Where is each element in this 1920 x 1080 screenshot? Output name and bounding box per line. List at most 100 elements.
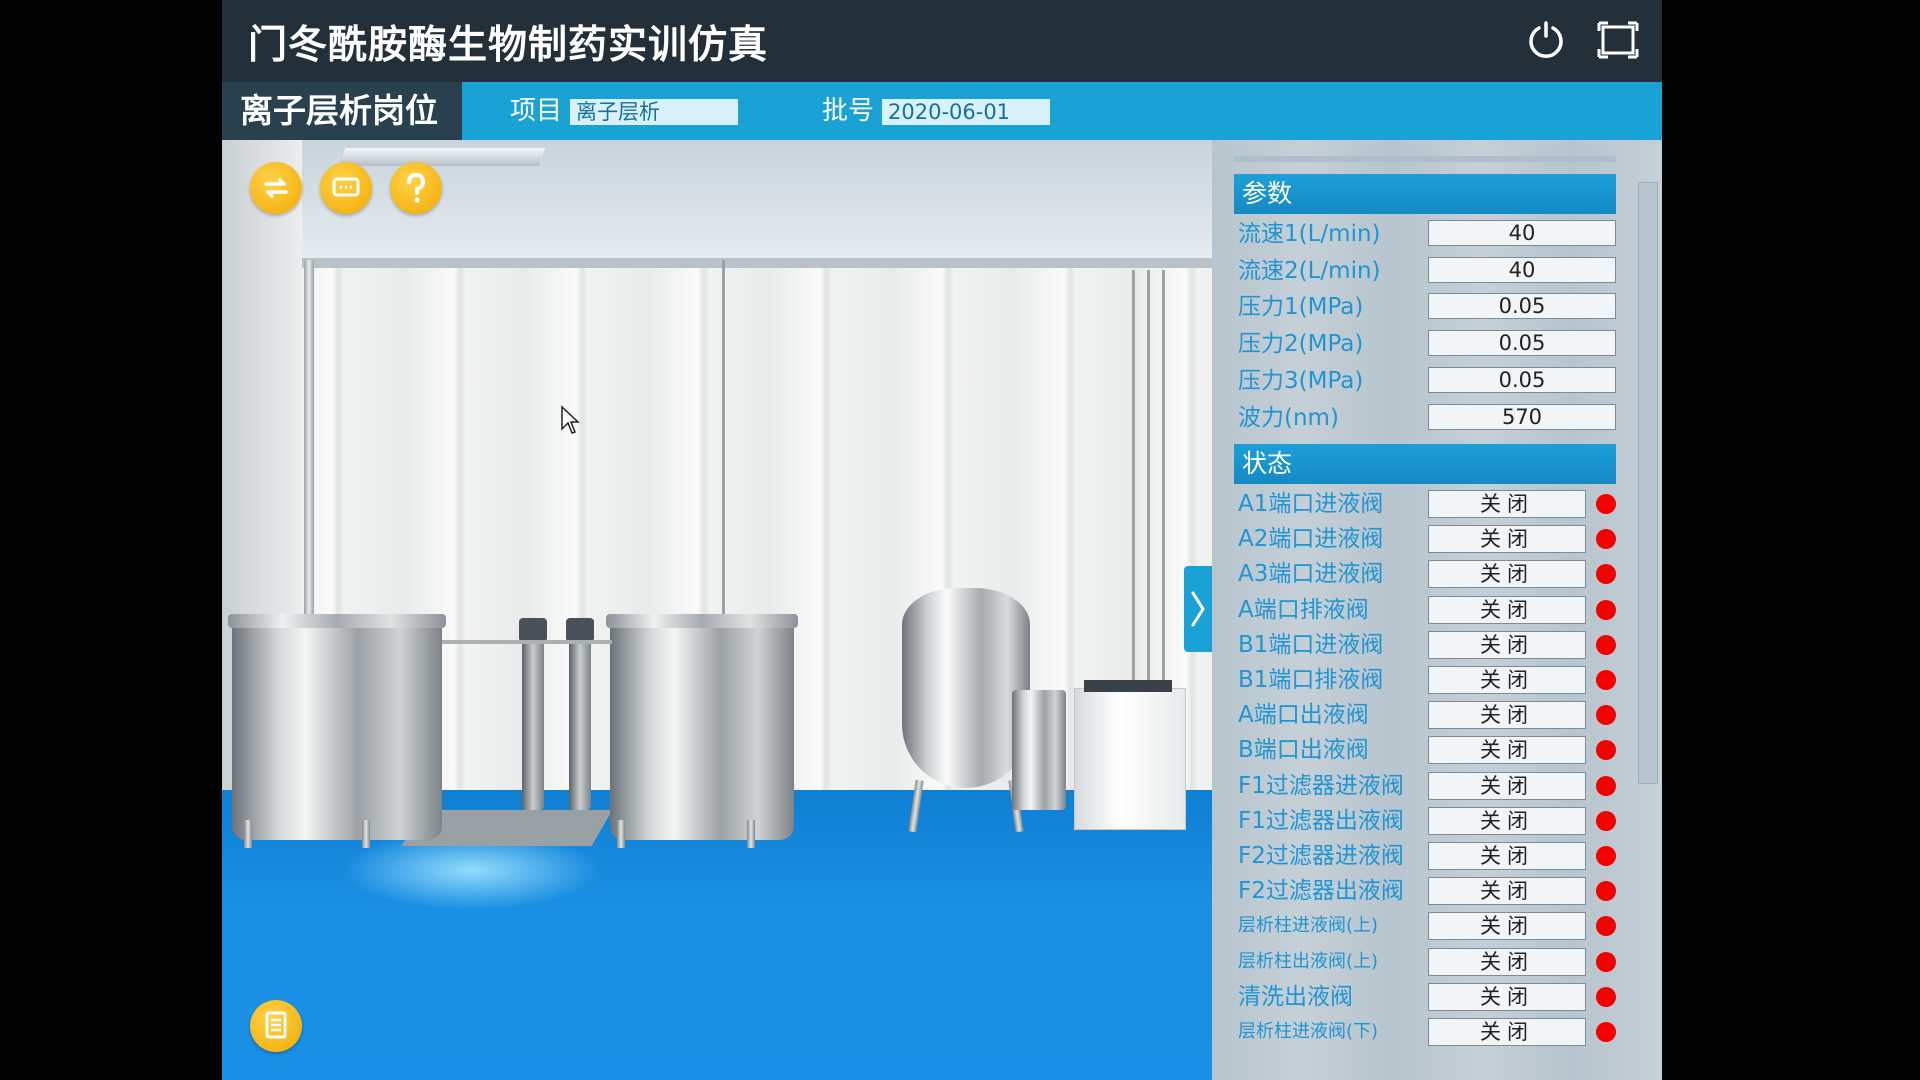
status-indicator-icon <box>1596 494 1616 514</box>
status-indicator-icon <box>1596 775 1616 796</box>
valve-status-row: 层析柱进液阀(下) 关闭 <box>1234 1016 1624 1048</box>
param-value: 0.05 <box>1428 366 1616 393</box>
status-indicator-icon <box>1596 705 1616 726</box>
valve-status-row: B端口出液阀 关闭 <box>1234 734 1624 766</box>
status-indicator-icon <box>1596 1022 1616 1042</box>
valve-state[interactable]: 关闭 <box>1428 1018 1586 1046</box>
valve-state[interactable]: 关闭 <box>1428 912 1586 941</box>
param-name: 流速1(L/min) <box>1238 221 1381 247</box>
valve-status-row: 层析柱进液阀(上) 关闭 <box>1234 910 1624 942</box>
valve-state[interactable]: 关闭 <box>1428 947 1586 976</box>
batch-field: 2020-06-01 <box>882 99 1050 125</box>
simulation-window: 门冬酰胺酶生物制药实训仿真 离子层析岗位 项目 离子层析 批号 2020-06-… <box>222 0 1662 1080</box>
control-cabinet[interactable] <box>1074 688 1186 830</box>
valve-name: 层析柱进液阀(上) <box>1238 915 1379 937</box>
status-indicator-icon <box>1596 986 1616 1007</box>
ceiling-beam <box>292 258 1212 268</box>
valve-status-row: A3端口进液阀 关闭 <box>1234 558 1624 590</box>
notes-button[interactable] <box>250 1000 302 1052</box>
valve-name: F2过滤器进液阀 <box>1238 843 1404 869</box>
param-value: 0.05 <box>1428 330 1616 357</box>
power-button[interactable] <box>1524 18 1568 62</box>
valve-status-row: B1端口进液阀 关闭 <box>1234 629 1624 661</box>
pressure-vessel[interactable] <box>902 588 1030 788</box>
batch-label: 批号 <box>822 96 875 126</box>
app-title: 门冬酰胺酶生物制药实训仿真 <box>248 23 769 68</box>
valve-name: F1过滤器进液阀 <box>1238 772 1404 799</box>
tank-leg <box>244 820 252 848</box>
status-indicator-icon <box>1596 564 1616 585</box>
workshop-scene[interactable] <box>222 140 1212 1080</box>
valve-status-row: F2过滤器进液阀 关闭 <box>1234 840 1624 872</box>
valve-state[interactable]: 关闭 <box>1428 701 1586 730</box>
valve-state[interactable]: 关闭 <box>1428 490 1586 518</box>
info-bar: 离子层析岗位 项目 离子层析 批号 2020-06-01 <box>222 82 1662 140</box>
valve-status-row: A2端口进液阀 关闭 <box>1234 523 1624 555</box>
project-label: 项目 <box>510 96 563 126</box>
valve-status-row: A1端口进液阀 关闭 <box>1234 488 1624 520</box>
storage-tank-left[interactable] <box>228 614 446 840</box>
valve-state[interactable]: 关闭 <box>1428 771 1586 800</box>
valve-name: A端口排液阀 <box>1238 596 1369 623</box>
valve-state[interactable]: 关闭 <box>1428 736 1586 765</box>
status-indicator-icon <box>1596 740 1616 761</box>
buffer-tank <box>1012 690 1066 810</box>
valve-state[interactable]: 关闭 <box>1428 560 1586 589</box>
valve-name: F1过滤器出液阀 <box>1238 807 1404 834</box>
valve-state[interactable]: 关闭 <box>1428 595 1586 624</box>
status-indicator-icon <box>1596 951 1616 972</box>
valve-name: A3端口进液阀 <box>1238 561 1384 588</box>
fullscreen-button[interactable] <box>1596 18 1640 62</box>
help-icon <box>407 172 426 203</box>
param-name: 压力3(MPa) <box>1238 367 1364 394</box>
help-button[interactable] <box>390 162 442 214</box>
params-section-title: 参数 <box>1234 174 1616 214</box>
panel-scrollbar[interactable] <box>1638 182 1658 784</box>
valve-name: A1端口进液阀 <box>1238 491 1384 517</box>
document-icon <box>265 1011 287 1039</box>
status-indicator-icon <box>1596 846 1616 866</box>
valve-name: A2端口进液阀 <box>1238 526 1384 553</box>
chromatography-column[interactable] <box>569 640 591 810</box>
valve-state[interactable]: 关闭 <box>1428 842 1586 870</box>
storage-tank-right[interactable] <box>606 614 798 840</box>
chevron-right-icon <box>1191 591 1205 627</box>
mouse-cursor-icon <box>561 405 580 434</box>
status-indicator-icon <box>1596 529 1616 550</box>
refresh-icon <box>264 178 288 198</box>
valve-status-row: A端口出液阀 关闭 <box>1234 699 1624 731</box>
valve-state[interactable]: 关闭 <box>1428 982 1586 1011</box>
chromatography-column[interactable] <box>522 640 544 810</box>
param-row: 流速1(L/min) 40 <box>1234 218 1624 250</box>
param-row: 压力3(MPa) 0.05 <box>1234 365 1624 397</box>
panel-toggle-button[interactable] <box>1184 566 1212 652</box>
status-indicator-icon <box>1596 916 1616 937</box>
message-icon <box>332 177 360 197</box>
status-indicator-icon <box>1596 670 1616 690</box>
connecting-pipe <box>442 640 612 644</box>
valve-state[interactable]: 关闭 <box>1428 630 1586 659</box>
column-cap <box>566 618 594 642</box>
valve-name: 层析柱进液阀(下) <box>1238 1021 1379 1042</box>
status-indicator-icon <box>1596 881 1616 902</box>
tank-leg <box>362 820 370 848</box>
valve-name: 清洗出液阀 <box>1238 983 1353 1010</box>
param-name: 波力(nm) <box>1238 404 1339 431</box>
param-name: 压力1(MPa) <box>1238 294 1364 321</box>
status-indicator-icon <box>1596 634 1616 655</box>
valve-status-row: A端口排液阀 关闭 <box>1234 594 1624 626</box>
power-icon <box>1529 21 1563 58</box>
message-button[interactable] <box>320 162 372 214</box>
valve-state[interactable]: 关闭 <box>1428 666 1586 694</box>
status-indicator-icon <box>1596 810 1616 831</box>
valve-name: B1端口进液阀 <box>1238 631 1384 658</box>
param-name: 压力2(MPa) <box>1238 331 1364 358</box>
tank-leg <box>747 820 755 848</box>
valve-state[interactable]: 关闭 <box>1428 806 1586 835</box>
valve-status-row: B1端口排液阀 关闭 <box>1234 664 1624 696</box>
reset-button[interactable] <box>250 162 302 214</box>
tank-leg <box>617 820 625 848</box>
valve-state[interactable]: 关闭 <box>1428 525 1586 554</box>
valve-state[interactable]: 关闭 <box>1428 877 1586 906</box>
valve-status-row: 层析柱出液阀(上) 关闭 <box>1234 946 1624 978</box>
